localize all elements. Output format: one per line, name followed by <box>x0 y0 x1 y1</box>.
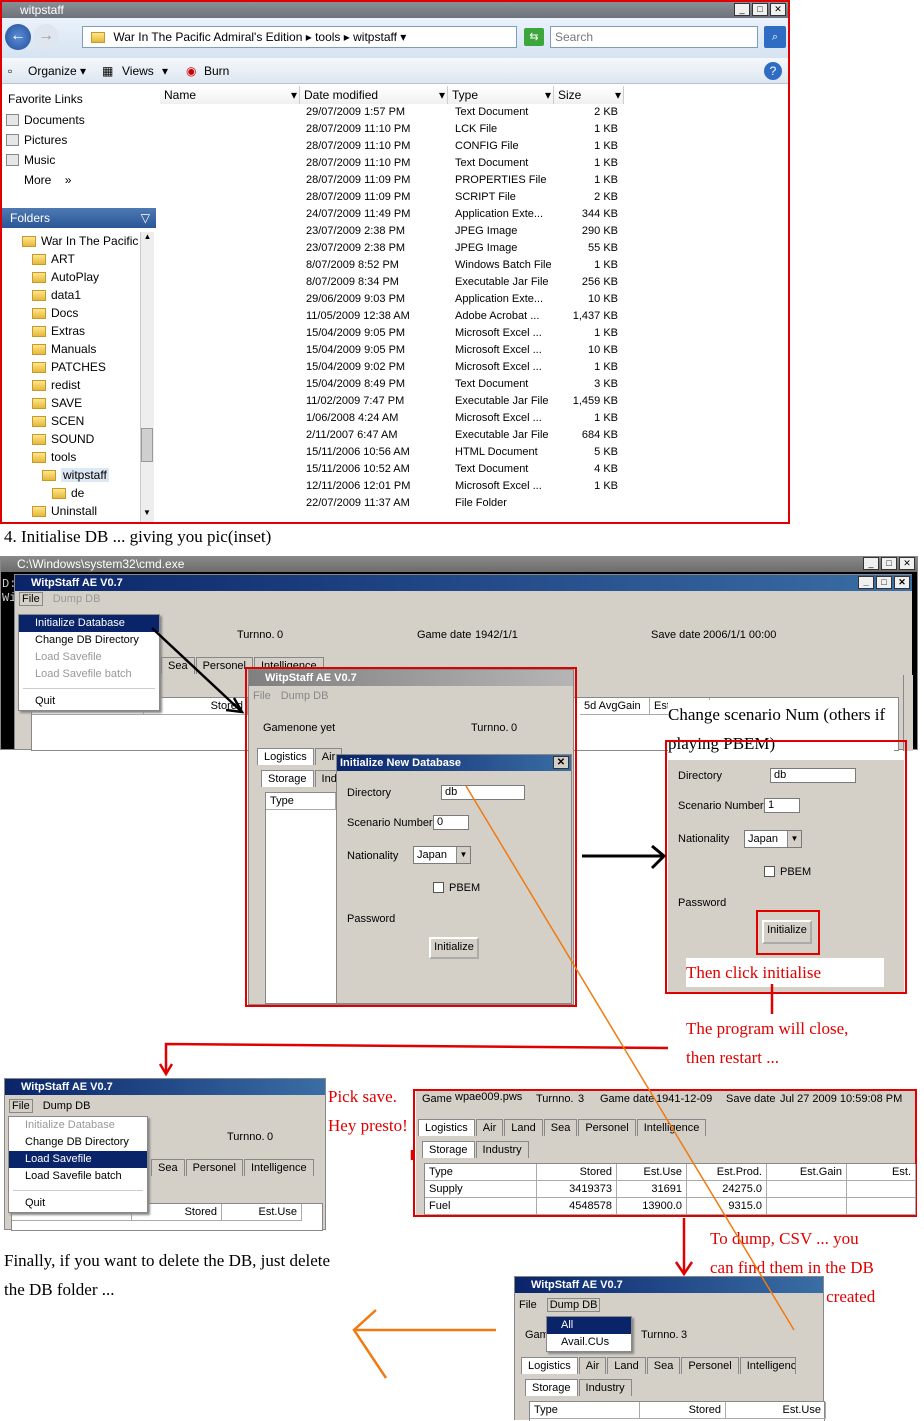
black-arrow-file-to-dialog <box>151 627 243 713</box>
annotation-arrows <box>151 627 795 1379</box>
orange-line-dir <box>465 785 795 1331</box>
red-arrow-back <box>164 1042 669 1072</box>
